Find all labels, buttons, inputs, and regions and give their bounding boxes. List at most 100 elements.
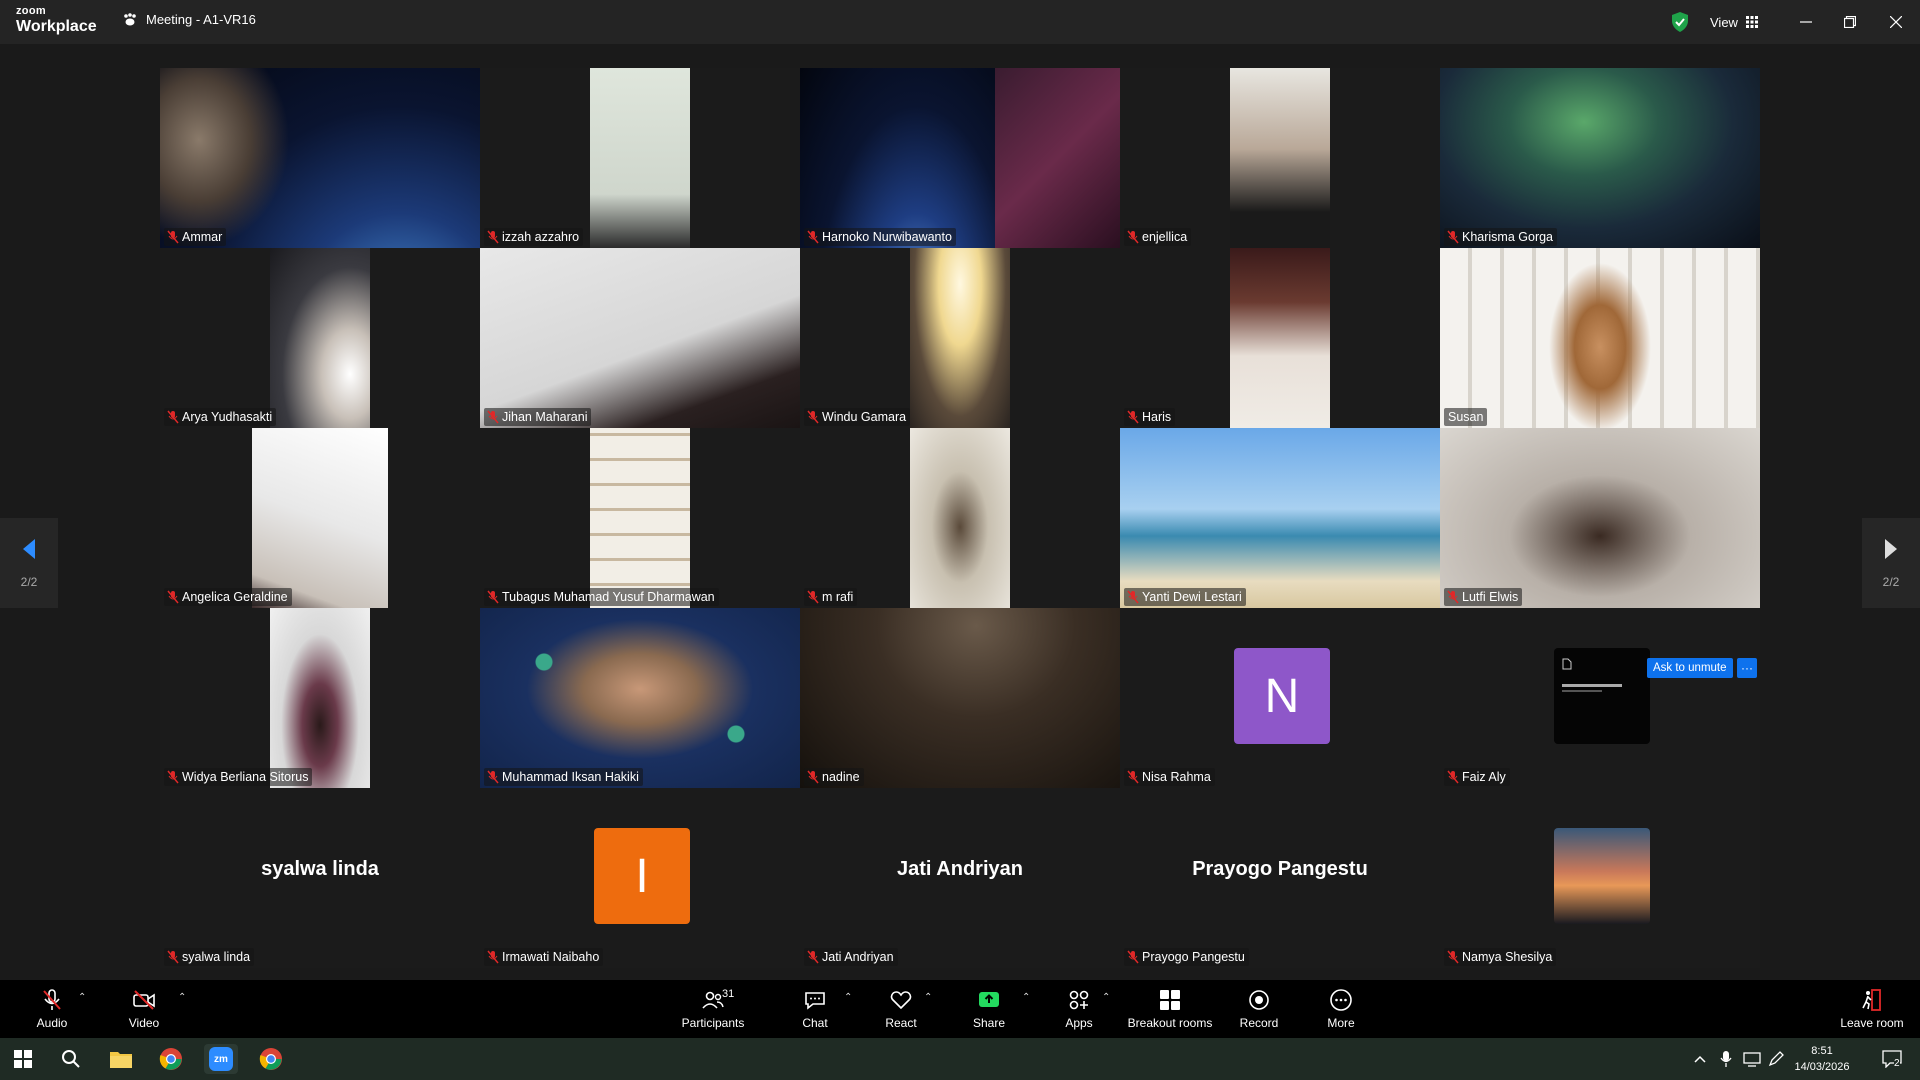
show-hidden-icons-button[interactable] bbox=[1688, 1044, 1712, 1074]
search-icon bbox=[62, 1050, 80, 1068]
participant-name-label: Ammar bbox=[164, 228, 227, 246]
participant-name-label: m rafi bbox=[804, 588, 858, 606]
previous-page-button[interactable]: 2/2 bbox=[0, 518, 58, 608]
file-explorer-button[interactable] bbox=[104, 1044, 138, 1074]
network-tray-icon[interactable] bbox=[1740, 1044, 1764, 1074]
participant-tile[interactable]: izzah azzahro bbox=[480, 68, 800, 248]
participant-name: enjellica bbox=[1142, 230, 1188, 244]
avatar: I bbox=[594, 828, 690, 924]
restore-button[interactable] bbox=[1836, 8, 1864, 36]
tile-more-options-button[interactable]: ··· bbox=[1737, 658, 1757, 678]
participant-tile[interactable]: syalwa linda syalwa linda bbox=[160, 788, 480, 968]
chrome-window-button[interactable] bbox=[254, 1044, 288, 1074]
notifications-button[interactable]: 2 bbox=[1872, 1044, 1912, 1074]
participant-tile[interactable]: Yanti Dewi Lestari bbox=[1120, 428, 1440, 608]
record-button[interactable]: Record bbox=[1236, 980, 1282, 1038]
more-label: More bbox=[1327, 1016, 1355, 1030]
taskbar-clock[interactable]: 8:51 14/03/2026 bbox=[1784, 1043, 1860, 1075]
video-options-caret-icon[interactable]: ⌃ bbox=[178, 992, 186, 1003]
participant-tile[interactable]: Ammar bbox=[160, 68, 480, 248]
muted-mic-icon bbox=[167, 770, 179, 784]
ask-to-unmute-button[interactable]: Ask to unmute bbox=[1647, 658, 1733, 678]
participant-name: izzah azzahro bbox=[502, 230, 580, 244]
participant-tile[interactable]: Jati Andriyan Jati Andriyan bbox=[800, 788, 1120, 968]
chevron-up-icon bbox=[1694, 1055, 1706, 1063]
participant-tile-active-speaker[interactable]: Susan bbox=[1440, 248, 1760, 428]
meeting-toolbar: Audio ⌃ Video ⌃ Participants 31 Chat ⌃ R… bbox=[0, 980, 1920, 1038]
apps-options-caret-icon[interactable]: ⌃ bbox=[1102, 992, 1110, 1003]
participant-name-label: Namya Shesilya bbox=[1444, 948, 1557, 966]
view-button[interactable]: View bbox=[1700, 8, 1768, 36]
participant-tile[interactable]: Jihan Maharani bbox=[480, 248, 800, 428]
participant-tile[interactable]: Namya Shesilya bbox=[1440, 788, 1760, 968]
participant-tile[interactable]: I Irmawati Naibaho bbox=[480, 788, 800, 968]
participant-tile[interactable]: Windu Gamara bbox=[800, 248, 1120, 428]
zoom-taskbar-button[interactable]: zm bbox=[204, 1044, 238, 1074]
participant-tile[interactable]: enjellica bbox=[1120, 68, 1440, 248]
chrome-icon bbox=[259, 1048, 282, 1070]
audio-button[interactable]: Audio bbox=[30, 980, 74, 1038]
muted-mic-icon bbox=[1127, 950, 1139, 964]
chrome-button[interactable] bbox=[154, 1044, 188, 1074]
participant-name-label: Irmawati Naibaho bbox=[484, 948, 604, 966]
participants-button[interactable]: Participants bbox=[672, 980, 754, 1038]
react-options-caret-icon[interactable]: ⌃ bbox=[924, 992, 932, 1003]
muted-mic-icon bbox=[487, 410, 499, 424]
participant-name: Haris bbox=[1142, 410, 1172, 424]
muted-mic-icon bbox=[1447, 230, 1459, 244]
share-screen-icon bbox=[979, 992, 999, 1007]
participant-name: Yanti Dewi Lestari bbox=[1142, 590, 1242, 604]
participant-tile[interactable]: Angelica Geraldine bbox=[160, 428, 480, 608]
avatar-initial: N bbox=[1264, 669, 1300, 723]
participant-name-label: Kharisma Gorga bbox=[1444, 228, 1558, 246]
microphone-tray-icon[interactable] bbox=[1714, 1044, 1738, 1074]
minimize-button[interactable] bbox=[1792, 8, 1820, 36]
audio-label: Audio bbox=[36, 1016, 68, 1030]
participant-name: m rafi bbox=[822, 590, 854, 604]
participant-tile[interactable]: Tubagus Muhamad Yusuf Dharmawan bbox=[480, 428, 800, 608]
muted-mic-icon bbox=[43, 989, 61, 1010]
participant-tile[interactable]: Harnoko Nurwibawanto bbox=[800, 68, 1120, 248]
muted-mic-icon bbox=[1127, 590, 1139, 604]
participant-tile[interactable]: N Nisa Rahma bbox=[1120, 608, 1440, 788]
participant-tile[interactable]: nadine bbox=[800, 608, 1120, 788]
clock-date: 14/03/2026 bbox=[1794, 1061, 1850, 1073]
muted-mic-icon bbox=[1447, 770, 1459, 784]
search-button[interactable] bbox=[54, 1044, 88, 1074]
participant-tile[interactable]: Faiz Aly bbox=[1440, 608, 1760, 788]
chat-options-caret-icon[interactable]: ⌃ bbox=[844, 992, 852, 1003]
logo-line2: Workplace bbox=[16, 18, 97, 35]
next-page-button[interactable]: 2/2 bbox=[1862, 518, 1920, 608]
audio-options-caret-icon[interactable]: ⌃ bbox=[78, 992, 86, 1003]
participant-tile[interactable]: Haris bbox=[1120, 248, 1440, 428]
close-button[interactable] bbox=[1882, 8, 1910, 36]
participant-tile[interactable]: Arya Yudhasakti bbox=[160, 248, 480, 428]
logo-line1: zoom bbox=[16, 5, 46, 17]
participant-tile[interactable]: Prayogo Pangestu Prayogo Pangestu bbox=[1120, 788, 1440, 968]
zoom-app-icon: zm bbox=[209, 1047, 233, 1071]
react-button[interactable]: React bbox=[878, 980, 924, 1038]
participant-tile[interactable]: Lutfi Elwis bbox=[1440, 428, 1760, 608]
breakout-rooms-button[interactable]: Breakout rooms bbox=[1124, 980, 1216, 1038]
share-button[interactable]: Share bbox=[966, 980, 1012, 1038]
share-options-caret-icon[interactable]: ⌃ bbox=[1022, 992, 1030, 1003]
more-button[interactable]: More bbox=[1318, 980, 1364, 1038]
shield-check-icon[interactable] bbox=[1668, 10, 1692, 34]
muted-mic-icon bbox=[487, 770, 499, 784]
react-label: React bbox=[885, 1016, 917, 1030]
start-button[interactable] bbox=[6, 1044, 40, 1074]
video-button[interactable]: Video bbox=[122, 980, 166, 1038]
participant-tile[interactable]: Kharisma Gorga bbox=[1440, 68, 1760, 248]
participant-display-name: syalwa linda bbox=[261, 858, 379, 880]
participant-tile[interactable]: Widya Berliana Sitorus bbox=[160, 608, 480, 788]
meeting-title[interactable]: Meeting - A1-VR16 bbox=[122, 12, 256, 27]
chat-button[interactable]: Chat bbox=[792, 980, 838, 1038]
participant-tile[interactable]: Muhammad Iksan Hakiki bbox=[480, 608, 800, 788]
chat-bubble-icon bbox=[805, 992, 825, 1010]
leave-room-button[interactable]: Leave room bbox=[1834, 980, 1910, 1038]
participant-tile[interactable]: m rafi bbox=[800, 428, 1120, 608]
participant-name: Ammar bbox=[182, 230, 223, 244]
muted-mic-icon bbox=[807, 590, 819, 604]
participant-name-label: Faiz Aly bbox=[1444, 768, 1510, 786]
apps-button[interactable]: Apps bbox=[1056, 980, 1102, 1038]
